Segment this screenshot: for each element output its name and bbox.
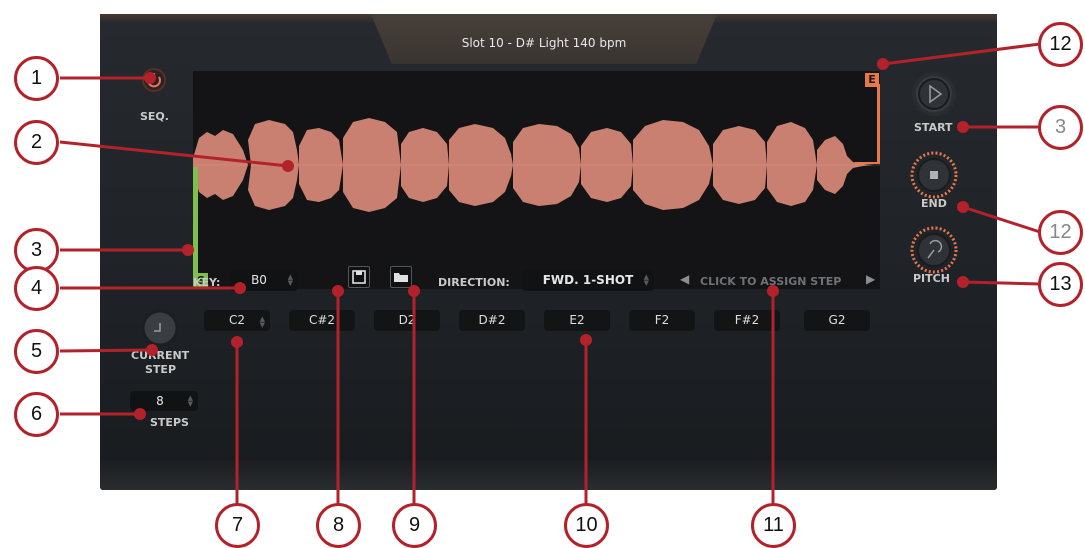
next-step-arrow[interactable]: ▶: [866, 272, 875, 286]
folder-icon: [394, 273, 408, 282]
callout-dot: [957, 201, 969, 213]
start-label: START: [914, 121, 953, 134]
callout-dot: [234, 282, 246, 294]
step-note[interactable]: D#2: [459, 310, 525, 331]
end-knob[interactable]: [908, 149, 960, 201]
callout-9: 9: [392, 503, 437, 548]
start-marker-line[interactable]: [193, 167, 198, 288]
current-step-label-1: CURRENT: [131, 349, 190, 362]
callout-10: 10: [564, 503, 609, 548]
steps-value: 8: [156, 394, 164, 408]
callout-12-right: 12: [1038, 210, 1083, 255]
start-knob[interactable]: [912, 72, 956, 116]
save-icon: [352, 270, 366, 284]
bottom-band: [100, 460, 997, 490]
callout-1: 1: [14, 56, 59, 101]
end-knob-ring: [910, 151, 958, 199]
step-note[interactable]: F#2: [714, 310, 780, 331]
callout-13: 13: [1038, 262, 1083, 307]
end-label: END: [921, 197, 947, 210]
step-note[interactable]: C#2: [289, 310, 355, 331]
current-step-knob[interactable]: [139, 307, 181, 349]
key-label: KEY:: [193, 276, 221, 289]
spinner-icon: ▲ ▼: [643, 273, 649, 287]
callout-dot: [282, 160, 294, 172]
load-button[interactable]: [390, 266, 412, 288]
key-value: B0: [251, 273, 267, 287]
save-button[interactable]: [348, 266, 370, 288]
step-note[interactable]: G2: [804, 310, 870, 331]
slot-title: Slot 10 - D# Light 140 bpm: [461, 36, 627, 50]
step-note[interactable]: C2 ▲ ▼: [204, 310, 270, 331]
callout-dot: [957, 121, 969, 133]
pitch-knob[interactable]: [908, 224, 960, 276]
spinner-icon: ▲ ▼: [187, 394, 193, 408]
step-note[interactable]: F2: [629, 310, 695, 331]
end-marker-flag[interactable]: E: [865, 73, 879, 87]
end-marker-line[interactable]: [877, 84, 880, 164]
callout-dot: [332, 285, 344, 297]
callout-7: 7: [215, 503, 260, 548]
direction-selector[interactable]: FWD. 1-SHOT ▲ ▼: [522, 270, 654, 291]
direction-value: FWD. 1-SHOT: [542, 273, 634, 287]
spinner-icon: ▲ ▼: [259, 315, 265, 329]
callout-2: 2: [14, 120, 59, 165]
pitch-label: PITCH: [913, 272, 950, 285]
step-note[interactable]: E2: [544, 310, 610, 331]
end-marker-stem: [855, 162, 880, 164]
callout-dot: [182, 244, 194, 256]
direction-label: DIRECTION:: [438, 276, 510, 289]
prev-step-arrow[interactable]: ◀: [680, 272, 689, 286]
callout-5: 5: [14, 329, 59, 374]
callout-4: 4: [14, 266, 59, 311]
current-step-label-2: STEP: [145, 363, 177, 376]
callout-8: 8: [316, 503, 361, 548]
callout-3-right: 3: [1038, 105, 1083, 150]
stop-icon: [930, 171, 938, 179]
callout-dot: [580, 334, 592, 346]
callout-dot: [408, 285, 420, 297]
callout-dot: [134, 408, 146, 420]
callout-6: 6: [14, 392, 59, 437]
callout-dot: [767, 285, 779, 297]
spinner-icon: ▲ ▼: [287, 273, 293, 287]
callout-dot: [877, 58, 889, 70]
pitch-knob-ring: [910, 226, 958, 274]
waveform: [193, 118, 880, 212]
seq-label: SEQ.: [140, 110, 169, 123]
callout-dot: [144, 72, 156, 84]
callout-dot: [957, 276, 969, 288]
steps-label: STEPS: [150, 416, 189, 429]
callout-12-top: 12: [1038, 22, 1083, 67]
callout-11: 11: [751, 503, 796, 548]
callout-dot: [146, 344, 158, 356]
step-note[interactable]: D2: [374, 310, 440, 331]
play-icon: [918, 78, 950, 110]
callout-dot: [231, 336, 243, 348]
